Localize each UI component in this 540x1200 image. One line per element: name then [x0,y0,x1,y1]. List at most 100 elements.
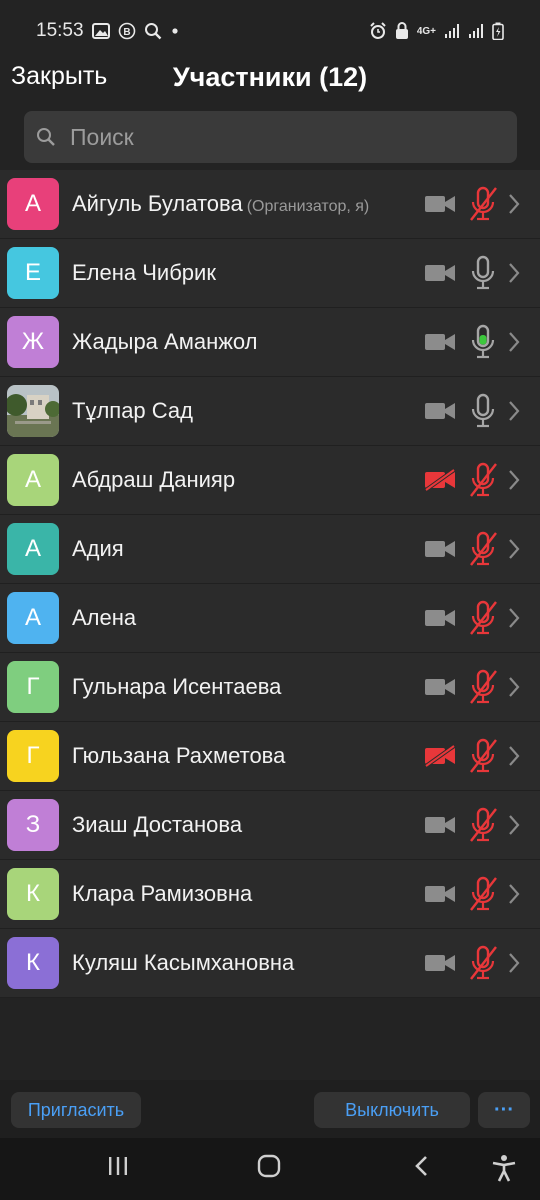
participant-name-container: Елена Чибрик [72,239,216,307]
mute-all-button[interactable]: Выключить [314,1092,470,1128]
chevron-right-icon[interactable] [507,330,521,359]
mic-muted-icon [468,945,498,986]
mic-muted-icon [468,876,498,917]
video-blocked-icon [424,744,456,773]
invite-button[interactable]: Пригласить [11,1092,141,1128]
video-camera-icon [424,261,456,290]
dot-icon [170,26,180,36]
participant-row[interactable]: К Клара Рамизовна [0,860,540,929]
chevron-right-icon[interactable] [507,399,521,428]
participant-row[interactable]: А Алена [0,584,540,653]
participant-role: (Организатор, я) [246,198,370,215]
status-bar-left: 15:53 B [36,20,180,42]
mic-muted-icon [468,807,498,848]
svg-text:B: B [123,27,130,38]
chevron-right-icon[interactable] [507,261,521,290]
search-input[interactable] [68,122,472,152]
avatar: К [7,937,59,989]
participant-name: Тұлпар Сад [72,398,193,423]
avatar: Г [7,730,59,782]
video-camera-icon [424,399,456,428]
home-icon[interactable] [257,1154,281,1183]
avatar-initial: А [24,535,41,562]
chevron-right-icon[interactable] [507,675,521,704]
participant-name-container: Зиаш Достанова [72,791,242,859]
participant-name: Гульнара Исентаева [72,674,282,699]
avatar-initial: К [26,880,40,907]
search-bar[interactable] [24,111,517,163]
participant-name: Куляш Касымхановна [72,950,295,975]
system-navigation-bar [0,1138,540,1200]
chevron-right-icon[interactable] [507,882,521,911]
participant-name-container: Абдраш Данияр [72,446,235,514]
mic-muted-icon [468,531,498,572]
chevron-right-icon[interactable] [507,606,521,635]
chevron-right-icon[interactable] [507,813,521,842]
chevron-right-icon[interactable] [507,744,521,773]
participant-name-container: Клара Рамизовна [72,860,252,928]
participant-row[interactable]: А Айгуль Булатова (Организатор, я) [0,170,540,239]
video-camera-icon [424,675,456,704]
participant-name-container: Гульнара Исентаева [72,653,281,721]
status-time: 15:53 [36,20,84,41]
participant-row[interactable]: Е Елена Чибрик [0,239,540,308]
lock-icon [395,22,409,40]
signal-icon-2 [468,23,484,39]
more-button[interactable]: ··· [478,1092,530,1128]
participant-row[interactable]: К Куляш Касымхановна [0,929,540,998]
accessibility-icon[interactable] [491,1154,517,1187]
footer-toolbar: Пригласить Выключить ··· [0,1080,540,1138]
participant-name: Абдраш Данияр [72,467,236,492]
back-icon[interactable] [410,1154,434,1183]
avatar-initial: А [24,604,41,631]
participant-row[interactable]: Г Гульнара Исентаева [0,653,540,722]
alarm-icon [369,22,387,40]
avatar: К [7,868,59,920]
mic-muted-icon [468,462,498,503]
participant-name: Клара Рамизовна [72,881,253,906]
participant-name-container: Тұлпар Сад [72,377,193,445]
participant-row[interactable]: Г Гюльзана Рахметова [0,722,540,791]
gallery-icon [91,23,110,39]
participant-name: Адия [72,536,124,561]
participant-name: Елена Чибрик [72,260,216,285]
participant-name: Гюльзана Рахметова [72,743,286,768]
participant-row[interactable]: А Абдраш Данияр [0,446,540,515]
participant-row[interactable]: Тұлпар Сад [0,377,540,446]
chevron-right-icon[interactable] [507,537,521,566]
participant-name-container: Адия [72,515,124,583]
participant-list: А Айгуль Булатова (Организатор, я) Е Елена Ч… [0,170,540,998]
avatar: А [7,523,59,575]
microphone-icon [468,324,498,365]
video-camera-icon [424,330,456,359]
search-status-icon [144,22,162,40]
participant-name-container: Гюльзана Рахметова [72,722,285,790]
avatar-initial: З [25,811,41,838]
participant-name-container: Айгуль Булатова (Организатор, я) [72,170,369,238]
avatar-initial: А [24,466,41,493]
participant-row[interactable]: З Зиаш Достанова [0,791,540,860]
video-camera-icon [424,606,456,635]
page-title: Участники (12) [172,62,368,92]
video-camera-icon [424,813,456,842]
avatar: Е [7,247,59,299]
participant-name: Алена [72,605,137,630]
participant-row[interactable]: Ж Жадыра Аманжол [0,308,540,377]
recent-apps-icon[interactable] [106,1154,130,1183]
search-icon [36,127,56,147]
mic-muted-icon [468,738,498,779]
video-blocked-icon [424,468,456,497]
avatar: Ж [7,316,59,368]
chevron-right-icon[interactable] [507,951,521,980]
mic-muted-icon [468,669,498,710]
avatar-initial: Ж [21,328,45,355]
avatar-photo [7,385,59,437]
chevron-right-icon[interactable] [507,192,521,221]
participant-row[interactable]: А Адия [0,515,540,584]
chevron-right-icon[interactable] [507,468,521,497]
header: Закрыть Участники (12) [0,52,540,104]
avatar-initial: Г [26,742,40,769]
avatar-initial: А [24,190,41,217]
avatar: А [7,454,59,506]
status-bar-right: 4G+ [369,22,504,40]
